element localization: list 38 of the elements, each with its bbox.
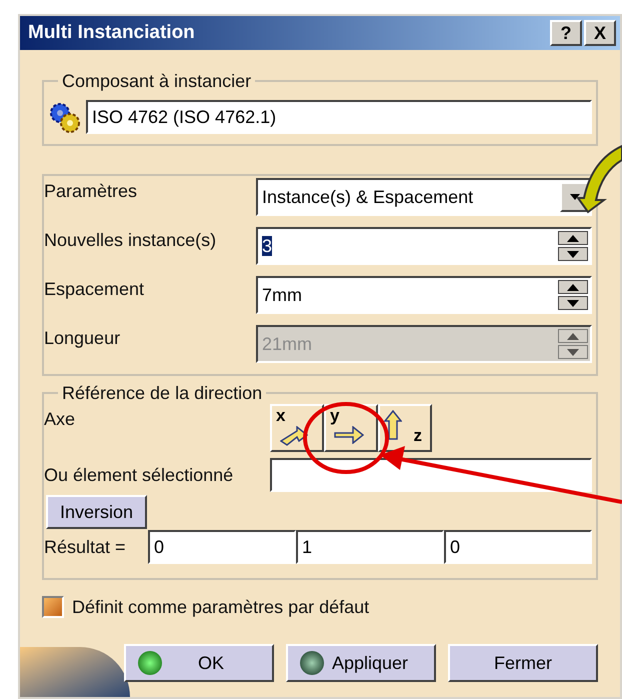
component-field[interactable]: ISO 4762 (ISO 4762.1) [86, 100, 592, 134]
spin-field[interactable]: 3 [256, 227, 592, 265]
window-title: Multi Instanciation [27, 20, 195, 45]
inversion-button[interactable]: Inversion [46, 495, 148, 529]
field-label: Nouvelles instance(s) [44, 229, 218, 252]
annotation-arrow [577, 145, 622, 213]
field-value: Instance(s) & Espacement [262, 186, 474, 206]
spin-buttons[interactable] [558, 231, 588, 261]
field-value: 21mm [262, 334, 312, 354]
help-button[interactable]: ? [550, 20, 582, 46]
dialog-button[interactable]: Fermer [448, 644, 598, 682]
axis-button[interactable]: y [324, 404, 378, 452]
arrow-icon [334, 426, 364, 444]
arrow-icon [280, 426, 308, 446]
spin-buttons[interactable] [558, 280, 588, 310]
spin-field[interactable]: 7mm [256, 276, 592, 314]
dialog-button[interactable]: Appliquer [286, 644, 436, 682]
dropdown[interactable]: Instance(s) & Espacement [256, 178, 592, 216]
axis-button[interactable]: z [378, 404, 432, 452]
checkbox[interactable] [42, 596, 64, 618]
axis-button[interactable]: x [270, 404, 324, 452]
field-value: 7mm [262, 284, 302, 304]
field-label: Paramètres [44, 180, 138, 203]
field-label: Longueur [44, 327, 122, 350]
field-label: Axe [44, 408, 76, 431]
element-field[interactable] [270, 458, 592, 492]
gears-icon [48, 100, 82, 134]
result-field[interactable]: 0 [148, 530, 296, 564]
result-field[interactable]: 0 [444, 530, 592, 564]
arrow-icon [384, 410, 402, 440]
result-field[interactable]: 1 [296, 530, 444, 564]
field-label: Ou élement sélectionné [44, 464, 234, 486]
field-value: 3 [262, 236, 272, 256]
checkbox-label: Définit comme paramètres par défaut [72, 596, 370, 619]
close-button[interactable]: X [584, 20, 616, 46]
field-label: Résultat = [44, 536, 127, 558]
field-label: Espacement [44, 278, 146, 301]
dialog-button[interactable]: OK [124, 644, 274, 682]
